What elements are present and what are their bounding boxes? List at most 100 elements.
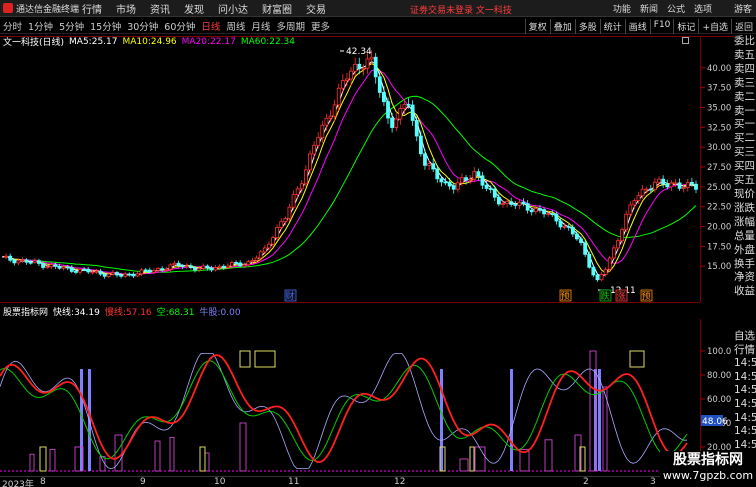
quote-field-label: 净资: [734, 271, 755, 284]
period-tab-more[interactable]: 更多: [308, 19, 333, 33]
tick-time-label: 14:56: [734, 370, 756, 383]
candle-body: [628, 204, 633, 215]
candle-body: [221, 265, 226, 268]
candle-body: [464, 177, 468, 181]
multi-stock-button[interactable]: 多股: [574, 19, 600, 34]
candle-body: [538, 208, 542, 210]
candle-body: [377, 76, 382, 93]
candle-body: [119, 274, 123, 277]
restore-rights-button[interactable]: 复权: [524, 19, 550, 34]
indicator-name[interactable]: 股票指标网: [3, 305, 48, 318]
period-tab-weekly[interactable]: 周线: [223, 19, 248, 33]
candle-body: [316, 137, 321, 146]
candle-body: [673, 182, 678, 185]
candle-body: [505, 201, 510, 204]
tick-time-label: 14:56: [734, 397, 756, 410]
candle-body: [217, 265, 222, 269]
quote-field-label: 买五: [734, 174, 755, 187]
period-tab-15min[interactable]: 15分钟: [87, 19, 124, 33]
candle-body: [65, 266, 70, 269]
candle-body: [644, 188, 649, 191]
draw-line-button[interactable]: 画线: [624, 19, 650, 34]
candle-body: [488, 188, 493, 190]
ma-path: [1, 95, 697, 273]
candle-body: [640, 188, 645, 197]
candle-body: [492, 188, 497, 198]
watermark-title: 股票指标网: [673, 452, 743, 468]
menu-item-news[interactable]: 资讯: [150, 1, 170, 16]
candle-body: [435, 168, 440, 180]
candle-body: [616, 240, 620, 249]
period-tab-1min[interactable]: 1分钟: [25, 19, 56, 33]
menu-item-options[interactable]: 选项: [694, 2, 712, 15]
menu-item-ask[interactable]: 问小达: [218, 1, 248, 16]
chart-tools: 复权 叠加 多股 统计 画线 F10 标记 +自选 返回: [524, 19, 756, 34]
volume-bar: [459, 458, 469, 472]
price-axis-labels: 40.00 37.50 35.00 32.50 30.00 27.50 25.00 22.50…: [707, 64, 731, 272]
price-tick-label: 37.50: [707, 84, 731, 94]
period-tab-60min[interactable]: 60分钟: [161, 19, 198, 33]
candle-body: [110, 272, 115, 275]
period-tab-daily[interactable]: 日线: [198, 19, 223, 33]
statistics-button[interactable]: 统计: [599, 19, 625, 34]
bull-signal-bar: [598, 369, 601, 471]
candle-body: [41, 263, 45, 268]
price-tick-label: 17.50: [707, 242, 731, 252]
candle-body: [61, 266, 66, 269]
indicator-chart[interactable]: 100.080.0060.0040.0020.00 48.06: [0, 319, 734, 476]
candle-body: [308, 153, 312, 171]
quote-field-label: 买四: [734, 160, 755, 173]
menu-item-formula[interactable]: 公式: [667, 2, 685, 15]
candle-body: [242, 264, 247, 267]
event-badge[interactable]: 预: [642, 291, 651, 302]
candle-body: [579, 238, 583, 244]
candle-body: [558, 220, 563, 228]
candle-body: [455, 182, 460, 190]
period-tab-30min[interactable]: 30分钟: [124, 19, 161, 33]
event-badge[interactable]: 跌: [601, 291, 610, 302]
back-button[interactable]: 返回: [730, 19, 756, 34]
guest-label[interactable]: 游客: [734, 2, 752, 15]
volume-bar: [49, 448, 56, 472]
app-brand: 通达信金融终端: [0, 2, 82, 15]
quote-field-label: 买二: [734, 132, 755, 145]
date-label-oct: 10: [214, 477, 226, 487]
menu-item-quotes[interactable]: 行情: [82, 1, 102, 16]
period-tab-monthly[interactable]: 月线: [248, 19, 273, 33]
fast-line-value: 快线:34.19: [53, 307, 100, 318]
event-badge[interactable]: 财: [286, 290, 295, 302]
candle-body: [176, 262, 181, 267]
price-chart[interactable]: 40.00 37.50 35.00 32.50 30.00 27.50 25.00 22.50…: [0, 36, 734, 302]
overlay-button[interactable]: 叠加: [549, 19, 575, 34]
menu-item-function[interactable]: 功能: [613, 2, 631, 15]
event-badge[interactable]: 预: [561, 291, 570, 302]
candle-body: [398, 108, 403, 120]
period-tab-intraday[interactable]: 分时: [0, 19, 25, 33]
period-tab-5min[interactable]: 5分钟: [56, 19, 87, 33]
mark-button[interactable]: 标记: [673, 19, 698, 34]
menu-item-headlines[interactable]: 新闻: [640, 2, 658, 15]
f10-button[interactable]: F10: [649, 19, 674, 34]
candle-body: [570, 226, 575, 235]
candle-body: [16, 260, 21, 264]
menu-item-trade[interactable]: 交易: [306, 1, 326, 16]
tick-time-label: 14:56: [734, 411, 756, 424]
candle-body: [135, 273, 140, 277]
candle-body: [164, 268, 169, 271]
login-notice[interactable]: 证劵交易未登录 文一科技: [410, 3, 512, 16]
app-logo-icon: [3, 3, 13, 13]
tick-time-label: 自选: [734, 330, 755, 342]
period-tab-multi[interactable]: 多周期: [273, 19, 308, 33]
menu-item-discover[interactable]: 发现: [184, 1, 204, 16]
volume-bar: [239, 422, 247, 472]
candle-body: [324, 117, 329, 126]
quote-side-panel: 委比 卖五 卖四 卖三 卖二 卖一 买一 买二 买三 买四 买五 现价 涨跌 涨幅 总量 外盘 换手 净资 收益: [734, 35, 756, 299]
candle-body: [591, 266, 596, 276]
event-badge[interactable]: 涨: [617, 291, 626, 302]
candle-body: [275, 227, 280, 239]
menu-item-wealth[interactable]: 财富圈: [262, 1, 292, 16]
menu-item-market[interactable]: 市场: [116, 1, 136, 16]
candle-body: [611, 247, 616, 259]
add-watchlist-button[interactable]: +自选: [698, 19, 731, 34]
candle-body: [460, 177, 464, 184]
